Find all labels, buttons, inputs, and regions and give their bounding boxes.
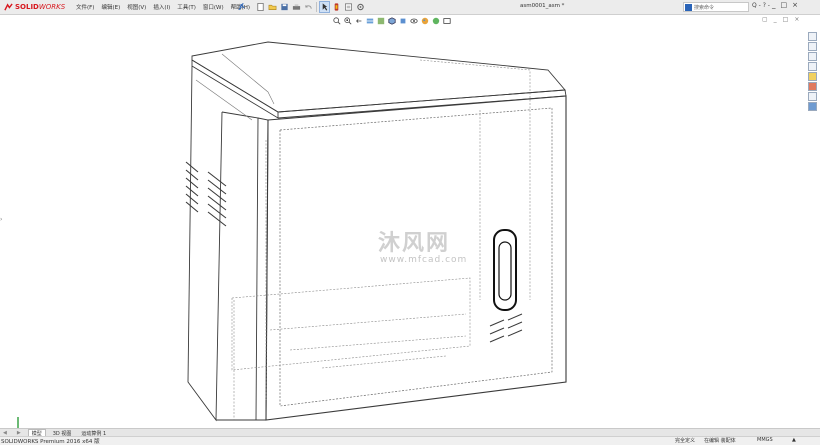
select-arrow-icon[interactable]	[319, 1, 330, 13]
zoom-to-fit-icon[interactable]	[333, 16, 341, 25]
logo-text-solid: SOLID	[15, 3, 39, 11]
display-style-icon[interactable]	[399, 17, 407, 25]
units-selector[interactable]: MMGS	[757, 437, 773, 443]
solidworks-search-icon	[685, 4, 692, 11]
search-placeholder: 搜索命令	[694, 5, 715, 11]
new-document-icon[interactable]	[256, 2, 265, 12]
units-arrow-icon[interactable]: ▲	[792, 437, 796, 443]
file-explorer-icon[interactable]	[808, 62, 817, 71]
door-vents	[489, 313, 523, 343]
search-options-button[interactable]: Q - ? -	[752, 2, 770, 9]
minimize-button[interactable]: _	[772, 1, 776, 9]
open-folder-icon[interactable]	[268, 2, 277, 12]
menu-insert[interactable]: 插入(I)	[153, 3, 170, 11]
pin-icon[interactable]	[237, 2, 246, 12]
view-settings-icon[interactable]	[443, 17, 451, 25]
options-gear-icon[interactable]	[356, 2, 365, 12]
left-side-panel	[187, 65, 223, 422]
home-icon[interactable]	[808, 32, 817, 41]
menu-bar: 文件(F) 编辑(E) 视图(V) 插入(I) 工具(T) 窗口(W) 帮助(H…	[76, 2, 250, 12]
quick-access-toolbar	[256, 1, 365, 13]
document-window-controls: ▢ _ □ ×	[762, 16, 799, 23]
resources-icon[interactable]	[808, 42, 817, 51]
status-fully-defined: 完全定义	[675, 438, 696, 444]
left-front-pillar	[216, 111, 259, 421]
roof-front-edge	[191, 59, 279, 119]
window-controls: _ □ ×	[772, 1, 798, 9]
doc-close-button[interactable]: ×	[794, 16, 799, 23]
doc-maximize-button[interactable]: □	[783, 16, 789, 23]
hide-show-items-icon[interactable]	[410, 17, 418, 25]
help-button[interactable]: ? -	[763, 2, 770, 9]
custom-properties-icon[interactable]	[808, 92, 817, 101]
view-orientation-icon[interactable]	[388, 16, 396, 25]
heads-up-view-toolbar	[333, 15, 451, 26]
logo-text-works: WORKS	[38, 3, 66, 11]
design-library-icon[interactable]	[808, 52, 817, 61]
search-commands-input[interactable]: 搜索命令	[683, 2, 749, 12]
view-palette-icon[interactable]	[808, 72, 817, 81]
roof-outline	[191, 41, 566, 113]
edit-appearance-icon[interactable]	[421, 17, 429, 25]
ds-logo-icon	[4, 2, 13, 11]
watermark-url: www.mfcad.com	[380, 255, 468, 265]
doc-minimize-button[interactable]: _	[774, 16, 777, 23]
rebuild-icon[interactable]	[332, 2, 341, 12]
watermark-text: 沐风网	[378, 231, 451, 256]
task-pane	[808, 32, 818, 111]
title-bar: SOLID WORKS 文件(F) 编辑(E) 视图(V) 插入(I) 工具(T)…	[0, 0, 820, 15]
save-icon[interactable]	[280, 2, 289, 12]
undo-icon[interactable]	[304, 2, 313, 12]
graphics-area[interactable]: 沐风网 www.mfcad.com	[0, 26, 806, 437]
print-icon[interactable]	[292, 2, 301, 12]
doc-restore-button[interactable]: ▢	[762, 16, 768, 23]
status-editing: 在编辑 装配体	[704, 438, 736, 444]
dynamic-annotation-icon[interactable]	[377, 17, 385, 25]
menu-view[interactable]: 视图(V)	[127, 3, 146, 11]
menu-file[interactable]: 文件(F)	[76, 3, 94, 11]
zoom-to-area-icon[interactable]	[344, 16, 352, 25]
solidworks-forum-icon[interactable]	[808, 102, 817, 111]
appearances-icon[interactable]	[808, 82, 817, 91]
apply-scene-icon[interactable]	[432, 17, 440, 25]
file-properties-icon[interactable]	[344, 2, 353, 12]
menu-edit[interactable]: 编辑(E)	[101, 3, 120, 11]
previous-view-icon[interactable]	[355, 17, 363, 25]
document-title: asm0001_asm *	[520, 3, 565, 9]
search-button-label: Q -	[752, 2, 761, 9]
solidworks-logo: SOLID WORKS	[4, 2, 65, 12]
menu-window[interactable]: 窗口(W)	[203, 3, 224, 11]
close-button[interactable]: ×	[792, 1, 798, 9]
roof-right-edge	[277, 89, 567, 119]
section-view-icon[interactable]	[366, 17, 374, 25]
menu-tools[interactable]: 工具(T)	[177, 3, 196, 11]
maximize-button[interactable]: □	[781, 1, 788, 9]
